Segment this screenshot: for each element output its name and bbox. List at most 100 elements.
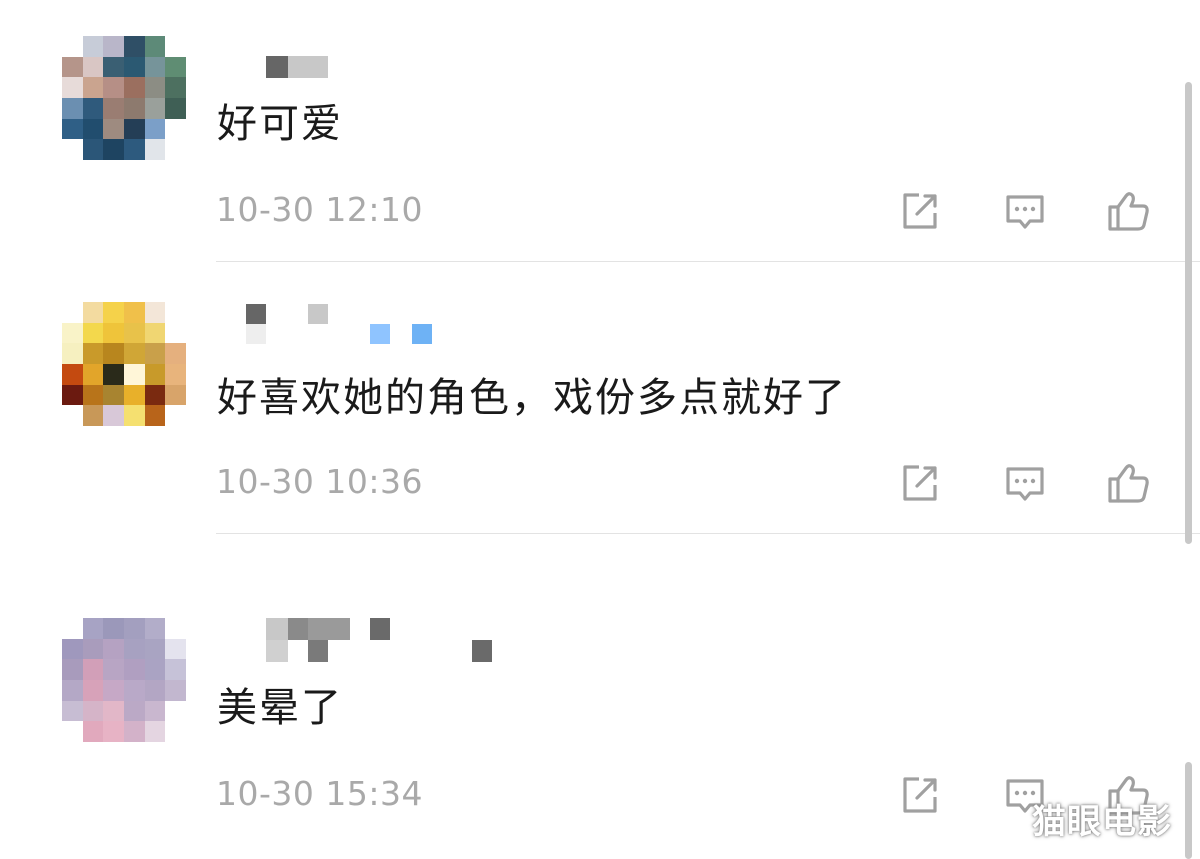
avatar-pixel	[103, 638, 124, 660]
avatar-pixel	[144, 363, 166, 385]
avatar-pixel	[144, 343, 166, 364]
avatar-pixel	[103, 36, 124, 57]
avatar-pixel	[103, 343, 124, 364]
avatar-pixel	[144, 638, 166, 660]
avatar-pixel	[144, 97, 166, 119]
avatar-pixel	[165, 405, 186, 426]
thumbs-up-icon[interactable]	[1103, 458, 1153, 508]
avatar-pixel	[82, 700, 104, 722]
username-redacted[interactable]	[246, 304, 436, 344]
thumbs-up-icon[interactable]	[1103, 186, 1153, 236]
avatar-pixel	[165, 343, 186, 364]
avatar-pixel	[62, 721, 83, 742]
avatar-pixel	[144, 384, 166, 406]
avatar-pixel	[123, 618, 145, 639]
avatar-pixel	[82, 618, 104, 639]
avatar-pixel	[103, 659, 124, 680]
comment-time: 10-30 15:34	[216, 774, 423, 813]
avatar-pixel	[123, 139, 145, 160]
share-icon[interactable]	[895, 186, 945, 236]
avatar-pixel	[82, 679, 104, 701]
avatar-pixel	[123, 721, 145, 742]
avatar-pixel	[144, 77, 166, 98]
avatar-pixel	[123, 302, 145, 323]
avatar-pixel	[82, 56, 104, 78]
avatar-pixel	[144, 618, 166, 639]
avatar-pixel	[62, 97, 83, 119]
comment-time: 10-30 12:10	[216, 190, 423, 229]
avatar-pixel	[144, 36, 166, 57]
avatar-pixel	[165, 36, 186, 57]
comment-item: 好喜欢她的角色，戏份多点就好了 10-30 10:36	[0, 262, 1200, 534]
comment-icon[interactable]	[1000, 458, 1050, 508]
avatar-pixel	[62, 56, 83, 78]
avatar-pixel	[123, 97, 145, 119]
avatar-pixel	[123, 118, 145, 140]
avatar-pixel	[165, 618, 186, 639]
avatar-pixel	[144, 659, 166, 680]
avatar-pixel	[144, 322, 166, 344]
avatar-pixel	[82, 139, 104, 160]
avatar-pixel	[165, 363, 186, 385]
avatar-pixel	[103, 97, 124, 119]
avatar-pixel	[62, 700, 83, 722]
username-redacted[interactable]	[266, 56, 366, 96]
avatar-pixel	[103, 139, 124, 160]
avatar-pixel	[123, 679, 145, 701]
share-icon[interactable]	[895, 458, 945, 508]
comment-icon[interactable]	[1000, 186, 1050, 236]
scrollbar[interactable]	[1185, 82, 1192, 544]
avatar-pixel	[62, 363, 83, 385]
avatar-pixel	[62, 659, 83, 680]
avatar-pixel	[82, 405, 104, 426]
avatar-pixel	[82, 384, 104, 406]
avatar-pixel	[62, 118, 83, 140]
avatar-pixel	[103, 405, 124, 426]
avatar-pixel	[103, 363, 124, 385]
avatar-pixel	[103, 77, 124, 98]
avatar-pixel	[144, 405, 166, 426]
avatar-pixel	[165, 77, 186, 98]
avatar-pixel	[62, 618, 83, 639]
username-redacted[interactable]	[266, 618, 496, 662]
avatar-pixel	[62, 139, 83, 160]
avatar-pixel	[123, 659, 145, 680]
avatar-pixel	[144, 679, 166, 701]
avatar-pixel	[103, 384, 124, 406]
avatar-pixel	[62, 679, 83, 701]
avatar-pixel	[82, 659, 104, 680]
avatar[interactable]	[62, 302, 186, 426]
avatar-pixel	[123, 77, 145, 98]
comment-text: 美晕了	[217, 685, 343, 731]
avatar-pixel	[123, 363, 145, 385]
avatar-pixel	[103, 118, 124, 140]
avatar-pixel	[165, 700, 186, 722]
avatar-pixel	[62, 638, 83, 660]
share-icon[interactable]	[895, 770, 945, 820]
avatar-pixel	[103, 679, 124, 701]
avatar-pixel	[165, 139, 186, 160]
avatar-pixel	[165, 638, 186, 660]
avatar-pixel	[123, 384, 145, 406]
avatar-pixel	[62, 405, 83, 426]
comment-item: 好可爱 10-30 12:10	[0, 0, 1200, 262]
avatar-pixel	[123, 322, 145, 344]
avatar-pixel	[82, 77, 104, 98]
comment-actions	[895, 458, 1157, 508]
comment-item: 美晕了 10-30 15:34	[0, 534, 1200, 859]
avatar-pixel	[123, 405, 145, 426]
avatar-pixel	[165, 302, 186, 323]
avatar-pixel	[165, 384, 186, 406]
avatar-pixel	[144, 139, 166, 160]
comment-actions	[895, 186, 1157, 236]
avatar-pixel	[82, 322, 104, 344]
avatar-pixel	[103, 302, 124, 323]
avatar-pixel	[103, 322, 124, 344]
avatar-pixel	[82, 36, 104, 57]
avatar[interactable]	[62, 36, 186, 160]
scrollbar-lower[interactable]	[1185, 762, 1192, 859]
avatar-pixel	[103, 56, 124, 78]
avatar[interactable]	[62, 618, 186, 742]
comment-text: 好喜欢她的角色，戏份多点就好了	[217, 375, 847, 421]
avatar-pixel	[62, 77, 83, 98]
